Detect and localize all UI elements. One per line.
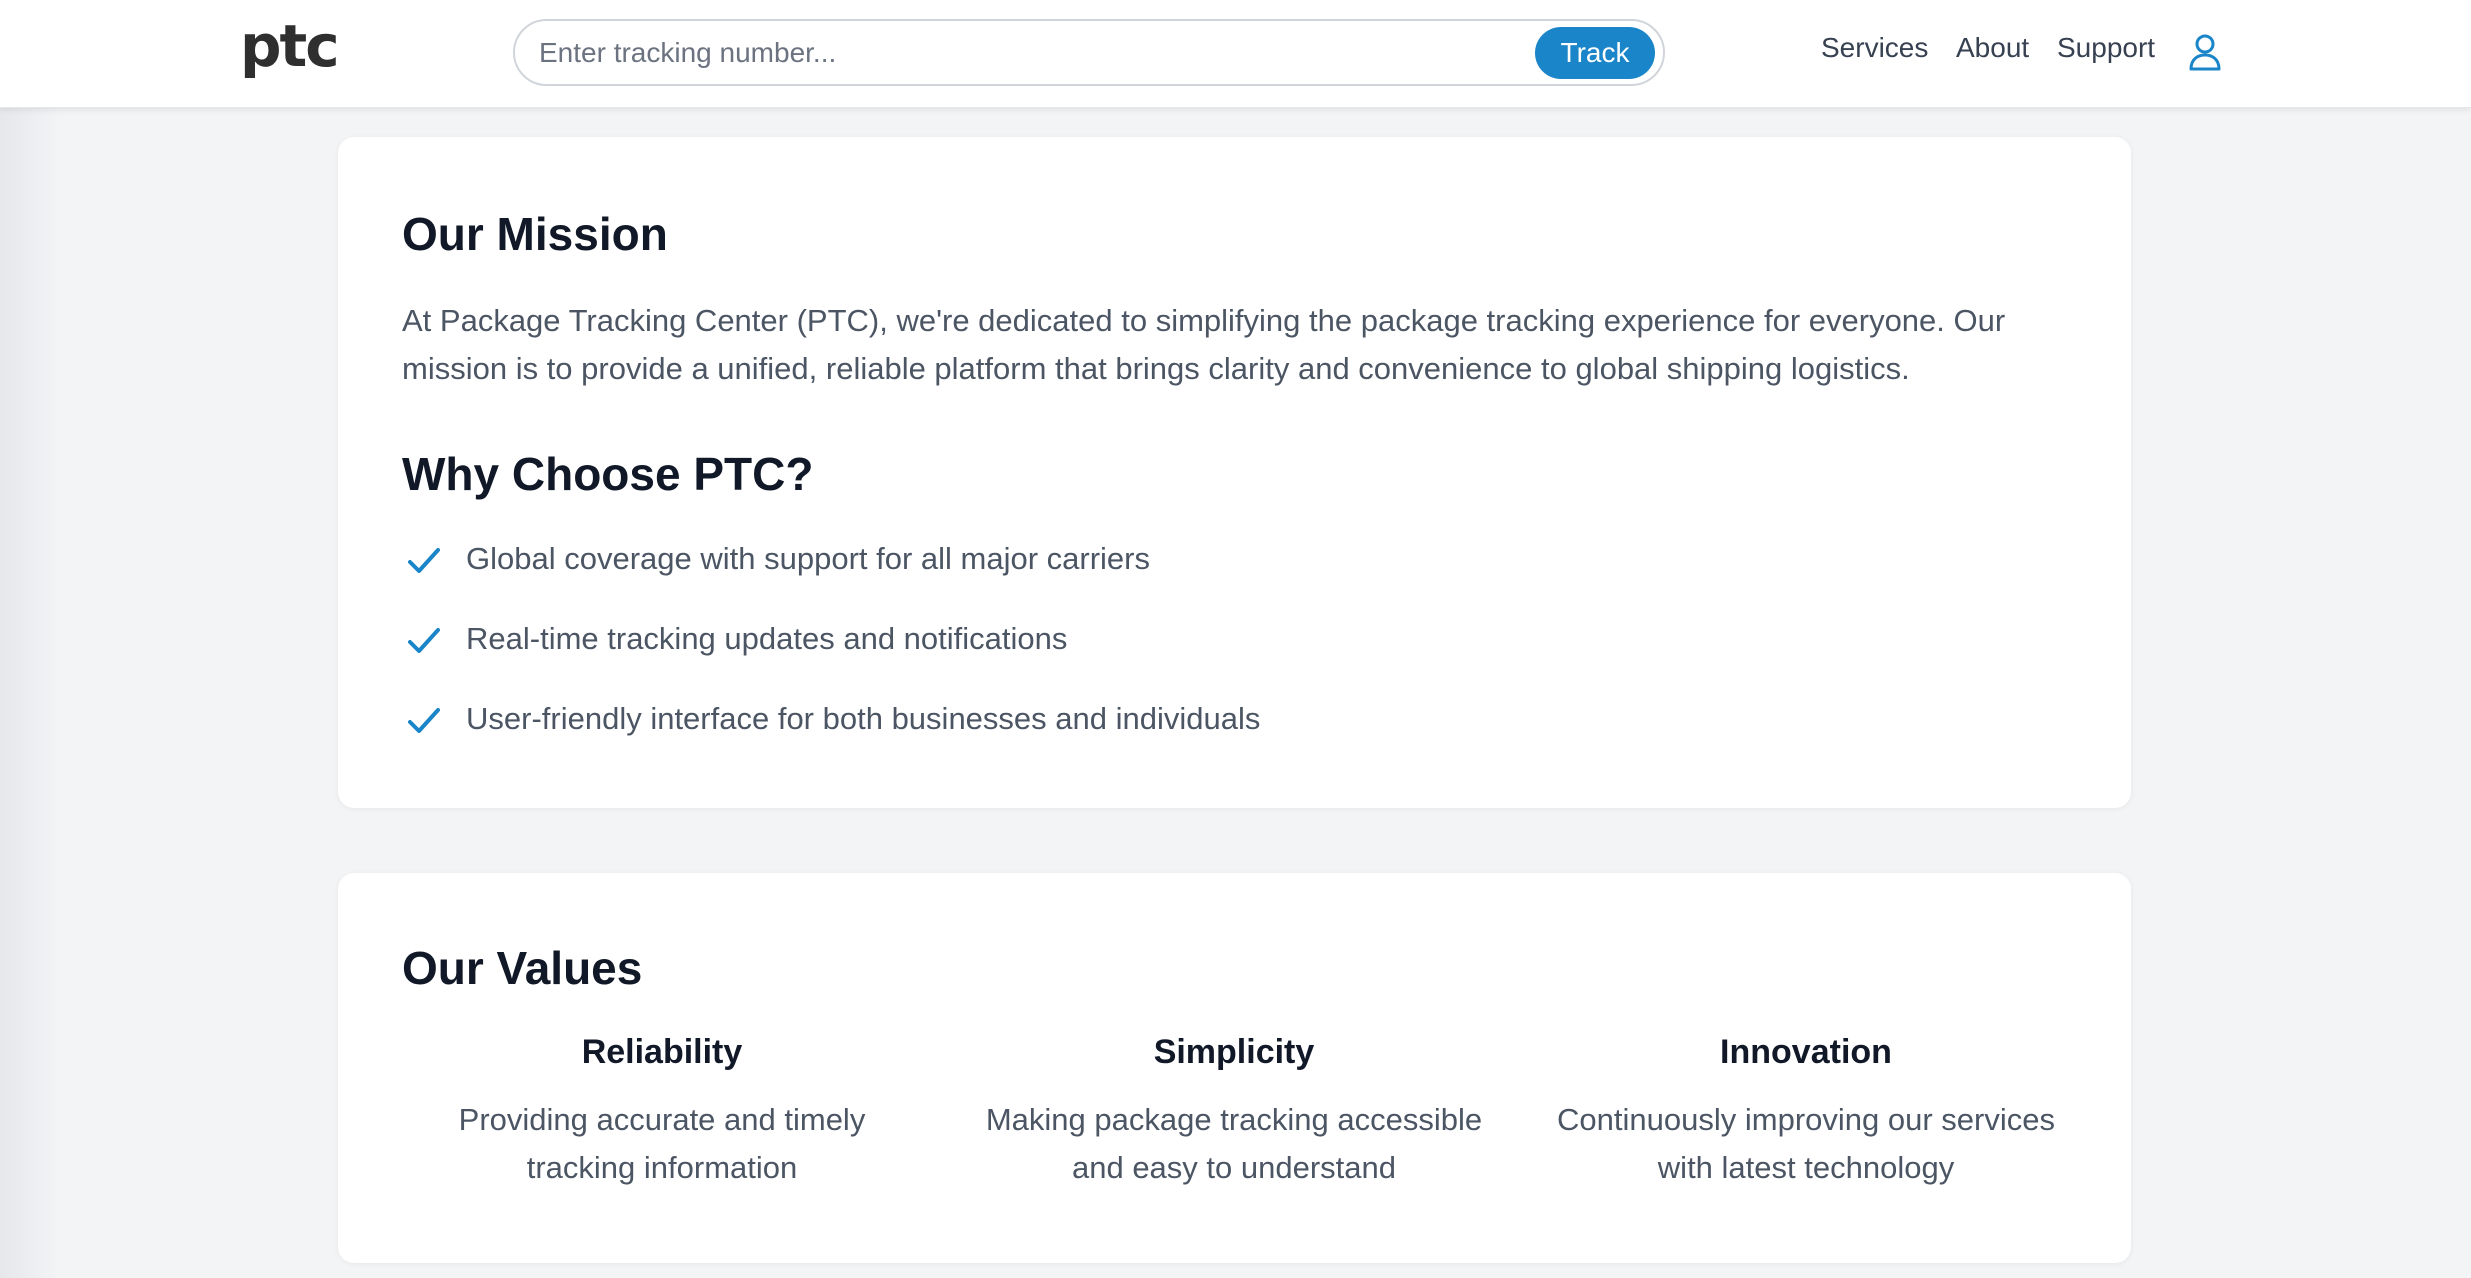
tracking-number-input[interactable] (539, 31, 1519, 74)
ptc-logo[interactable]: ptc (240, 24, 360, 84)
value-description: Providing accurate and timely tracking i… (458, 1102, 866, 1185)
mission-description: At Package Tracking Center (PTC), we're … (402, 303, 2006, 386)
user-icon[interactable] (2188, 33, 2222, 71)
feature-text: User-friendly interface for both busines… (466, 701, 1261, 736)
values-card: Our Values Reliability Providing accurat… (338, 873, 2131, 1263)
nav-services-link[interactable]: Services (1821, 32, 1928, 72)
value-title: Simplicity (1153, 1033, 1315, 1071)
value-title: Reliability (581, 1033, 743, 1071)
value-title: Innovation (1720, 1033, 1892, 1071)
mission-heading: Our Mission (402, 208, 668, 260)
svg-text:ptc: ptc (240, 24, 338, 80)
left-edge-shadow (0, 0, 60, 1278)
value-innovation: Innovation Continuously improving our se… (1546, 1033, 2066, 1192)
value-description: Making package tracking accessible and e… (985, 1102, 1483, 1185)
nav-support-link[interactable]: Support (2057, 32, 2155, 72)
check-icon (408, 708, 440, 733)
value-reliability: Reliability Providing accurate and timel… (402, 1033, 922, 1192)
value-description: Continuously improving our services with… (1557, 1102, 2055, 1185)
page: ptc Track Services About Support Our Mis… (0, 0, 2471, 1278)
check-icon (408, 628, 440, 653)
value-simplicity: Simplicity Making package tracking acces… (974, 1033, 1494, 1192)
check-icon (408, 548, 440, 573)
track-button[interactable]: Track (1535, 27, 1655, 79)
nav-about-link[interactable]: About (1956, 32, 2029, 72)
feature-text: Real-time tracking updates and notificat… (466, 621, 1068, 656)
tracking-search-bar: Track (513, 19, 1665, 86)
values-heading: Our Values (402, 942, 643, 994)
top-header: ptc Track Services About Support (0, 0, 2471, 108)
mission-card: Our Mission At Package Tracking Center (… (338, 137, 2131, 808)
why-choose-heading: Why Choose PTC? (402, 448, 814, 500)
feature-text: Global coverage with support for all maj… (466, 541, 1150, 576)
